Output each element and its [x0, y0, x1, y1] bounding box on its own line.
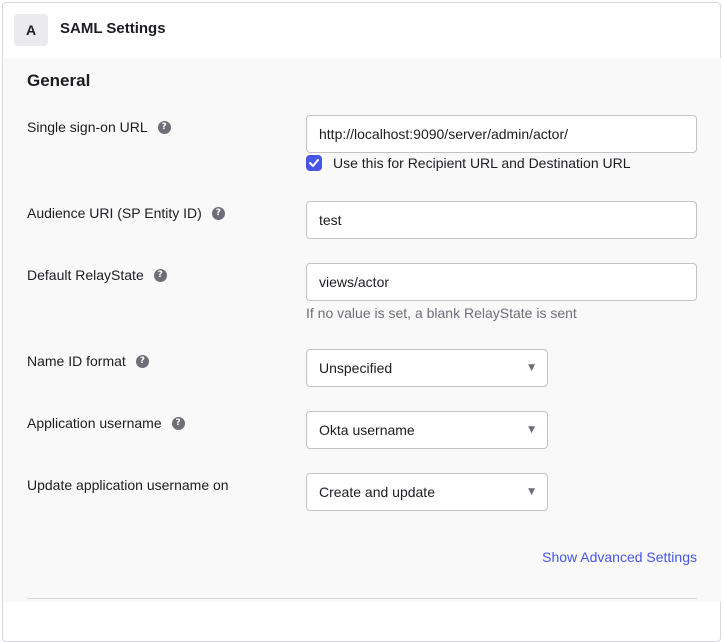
step-badge: A [14, 14, 48, 46]
chevron-down-icon: ▼ [528, 425, 535, 435]
relay-state-hint: If no value is set, a blank RelayState i… [306, 305, 577, 321]
help-icon[interactable]: ? [211, 206, 225, 220]
sso-url-label: Single sign-on URL ? [27, 119, 171, 135]
update-username-select[interactable]: Create and update ▼ [306, 473, 548, 511]
help-icon[interactable]: ? [171, 416, 185, 430]
app-username-value: Okta username [319, 422, 415, 438]
checkmark-icon [309, 159, 319, 167]
update-username-label: Update application username on [27, 477, 229, 493]
sso-url-label-text: Single sign-on URL [27, 119, 148, 135]
app-username-label: Application username ? [27, 415, 185, 431]
app-username-select[interactable]: Okta username ▼ [306, 411, 548, 449]
chevron-down-icon: ▼ [528, 487, 535, 497]
audience-uri-label-text: Audience URI (SP Entity ID) [27, 205, 202, 221]
audience-uri-label: Audience URI (SP Entity ID) ? [27, 205, 225, 221]
relay-state-label-text: Default RelayState [27, 267, 144, 283]
audience-uri-input[interactable] [306, 201, 697, 239]
help-icon[interactable]: ? [153, 268, 167, 282]
relay-state-label: Default RelayState ? [27, 267, 167, 283]
sso-url-input[interactable] [306, 115, 697, 153]
recipient-url-checkbox[interactable] [306, 155, 322, 171]
name-id-format-label: Name ID format ? [27, 353, 149, 369]
name-id-format-select[interactable]: Unspecified ▼ [306, 349, 548, 387]
relay-state-input[interactable] [306, 263, 697, 301]
name-id-format-value: Unspecified [319, 360, 393, 376]
help-icon[interactable]: ? [135, 354, 149, 368]
section-heading: General [27, 71, 91, 90]
app-username-label-text: Application username [27, 415, 162, 431]
help-icon[interactable]: ? [157, 120, 171, 134]
divider [27, 598, 697, 599]
recipient-url-checkbox-label: Use this for Recipient URL and Destinati… [333, 155, 631, 171]
recipient-url-checkbox-row[interactable]: Use this for Recipient URL and Destinati… [306, 155, 631, 171]
show-advanced-settings-link[interactable]: Show Advanced Settings [542, 549, 697, 565]
chevron-down-icon: ▼ [528, 363, 535, 373]
update-username-value: Create and update [319, 484, 435, 500]
name-id-format-label-text: Name ID format [27, 353, 126, 369]
panel-title: SAML Settings [60, 20, 166, 37]
update-username-label-text: Update application username on [27, 477, 229, 493]
